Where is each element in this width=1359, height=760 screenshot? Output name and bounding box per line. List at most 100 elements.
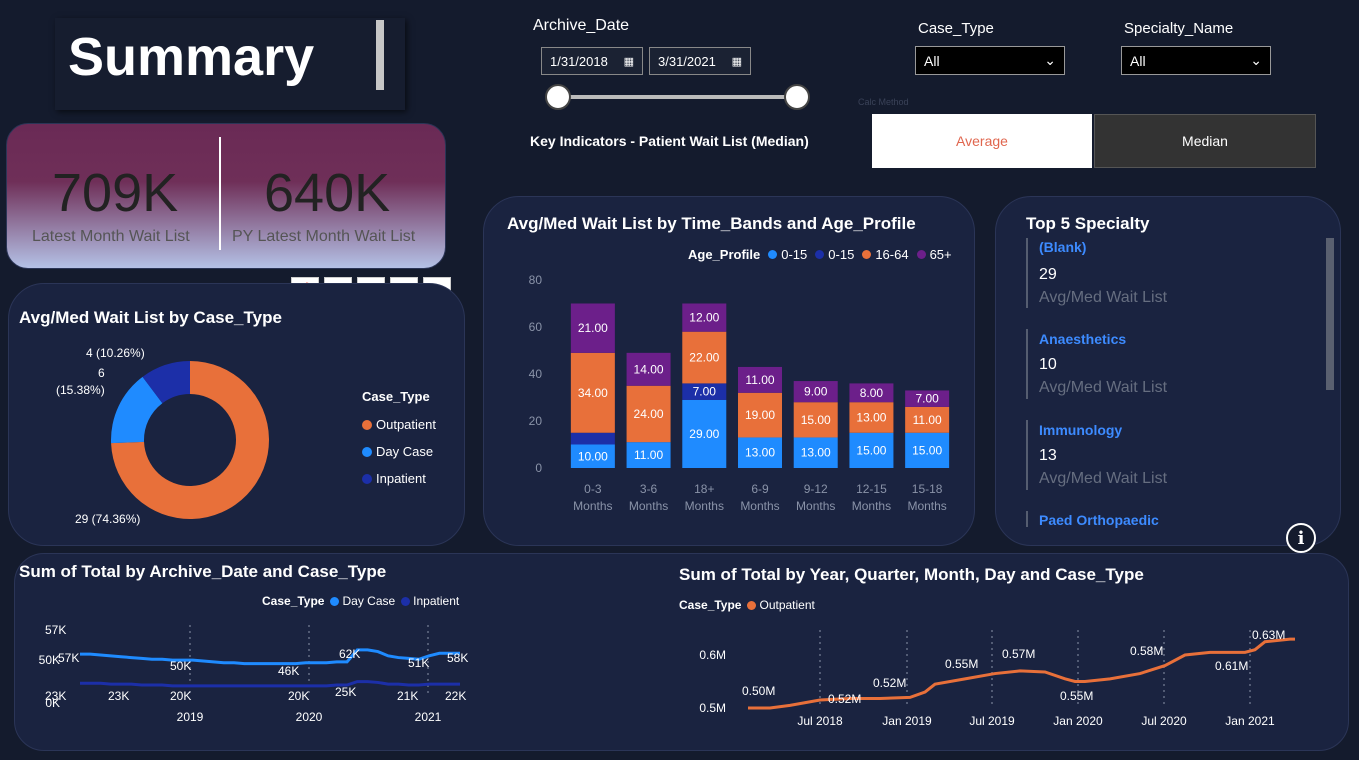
specialty-name[interactable]: Anaesthetics [1039,331,1126,347]
data-label: 57K [58,651,79,665]
legend-label: Inpatient [376,471,426,486]
legend-dot [362,473,372,484]
bar-segment[interactable] [570,432,615,445]
specialty-name[interactable]: Paed Orthopaedic [1039,512,1159,528]
start-date-value: 1/31/2018 [550,53,608,69]
legend-label: Outpatient [376,417,436,432]
legend-item-inpatient[interactable]: Inpatient [401,594,459,608]
line2-legend-title: Case_Type [679,598,742,612]
x-tick-label: Months [852,499,891,513]
donut-legend-title: Case_Type [362,389,430,404]
spec-bar [1026,511,1028,527]
legend-item-65plus[interactable]: 65+ [916,247,952,262]
specialty-name[interactable]: Immunology [1039,422,1122,438]
legend-item-daycase[interactable]: Day Case [362,438,436,465]
line1-chart: 50K0K2019 2020 202157K57K50K 46K62K51K 58K23… [39,623,469,724]
calendar-icon[interactable]: ▦ [732,55,742,68]
y-tick-label: 0.5M [699,701,726,715]
specialty-name[interactable]: (Blank) [1039,239,1086,255]
start-date-input[interactable]: 1/31/2018 ▦ [541,47,643,75]
data-label: 0.57M [1002,647,1035,661]
py-latest-month-value: 640K [264,163,391,223]
bar-data-label: 19.00 [745,408,775,422]
data-label: 58K [447,651,468,665]
chevron-down-icon: ⌄ [1250,52,1262,68]
data-label: 46K [278,664,299,678]
x-tick-label: Jan 2019 [882,714,932,728]
data-label: 25K [335,685,356,699]
end-date-input[interactable]: 3/31/2021 ▦ [649,47,751,75]
line1-legend: Case_Type Day Case Inpatient [262,594,459,608]
legend-item-outpatient[interactable]: Outpatient [362,411,436,438]
line1-title: Sum of Total by Archive_Date and Case_Ty… [19,562,387,581]
average-button[interactable]: Average [872,114,1092,168]
y-tick-label: 60 [529,320,543,334]
calendar-icon[interactable]: ▦ [624,55,634,68]
x-tick-label: Jul 2019 [969,714,1015,728]
legend-item-outpatient[interactable]: Outpatient [747,598,815,612]
bar-data-label: 8.00 [860,386,884,400]
data-label: 22K [445,689,466,703]
donut-legend: Outpatient Day Case Inpatient [362,411,436,492]
legend-item-0-15-b[interactable]: 0-15 [815,247,854,262]
bar-data-label: 9.00 [804,385,828,399]
data-label: 0.50M [742,684,775,698]
data-label: 23K [45,689,66,703]
daycase-line[interactable] [80,648,460,666]
specialty-value: 10 [1039,356,1057,373]
data-label: 21K [397,689,418,703]
y-tick-label: 20 [529,414,543,428]
legend-label: 65+ [929,247,952,262]
y-tick-label: 0 [535,461,542,475]
y-tick-label: 80 [529,273,543,287]
case-type-dropdown[interactable]: All ⌄ [915,46,1065,75]
inpatient-line[interactable] [80,680,460,688]
bar-data-label: 7.00 [915,392,939,406]
x-tick-label: 2019 [177,710,204,724]
key-indicators-label: Key Indicators - Patient Wait List (Medi… [530,133,809,149]
info-icon[interactable]: i [1286,523,1316,553]
legend-dot [362,419,372,430]
x-tick-label: 15-18 [912,482,943,496]
end-date-value: 3/31/2021 [658,53,716,69]
legend-dot [362,446,372,457]
specialty-value: 29 [1039,266,1057,283]
slider-start-handle[interactable] [545,84,571,110]
specialty-dropdown[interactable]: All ⌄ [1121,46,1271,75]
x-tick-label: Months [629,499,668,513]
donut-label-inpatient: 4 (10.26%) [86,346,145,360]
legend-item-daycase[interactable]: Day Case [330,594,395,608]
y-tick-label: 40 [529,367,543,381]
x-tick-label: Months [907,499,946,513]
median-button[interactable]: Median [1094,114,1316,168]
specialty-value: All [1130,52,1146,69]
x-tick-label: Months [796,499,835,513]
top5-title: Top 5 Specialty [1026,214,1150,233]
legend-item-16-64[interactable]: 16-64 [862,247,909,262]
specialty-subtitle: Avg/Med Wait List [1039,470,1168,487]
legend-dot [747,600,757,610]
x-tick-label: 18+ [694,482,714,496]
legend-label: Outpatient [759,598,815,612]
specialty-label: Specialty_Name [1124,20,1234,37]
scrollbar[interactable] [1326,238,1334,390]
case-type-value: All [924,52,940,69]
legend-label: Day Case [342,594,396,608]
legend-dot [768,250,778,259]
bar-data-label: 29.00 [689,427,719,441]
bar-data-label: 12.00 [689,311,719,325]
data-label: 62K [339,647,360,661]
date-range-slider-track[interactable] [557,95,797,99]
data-label: 0.55M [945,657,978,671]
bar-legend: Age_Profile 0-15 0-15 16-64 65+ [688,247,952,262]
specialty-value: 13 [1039,447,1057,464]
data-label: 0.52M [873,676,906,690]
chevron-down-icon: ⌄ [1044,52,1056,68]
legend-item-0-15[interactable]: 0-15 [768,247,807,262]
legend-item-inpatient[interactable]: Inpatient [362,465,436,492]
slider-end-handle[interactable] [784,84,810,110]
legend-label: 16-64 [875,247,909,262]
bar-data-label: 11.00 [913,413,942,427]
y-tick-label: 50K [39,653,60,667]
bar-data-label: 21.00 [578,321,608,335]
